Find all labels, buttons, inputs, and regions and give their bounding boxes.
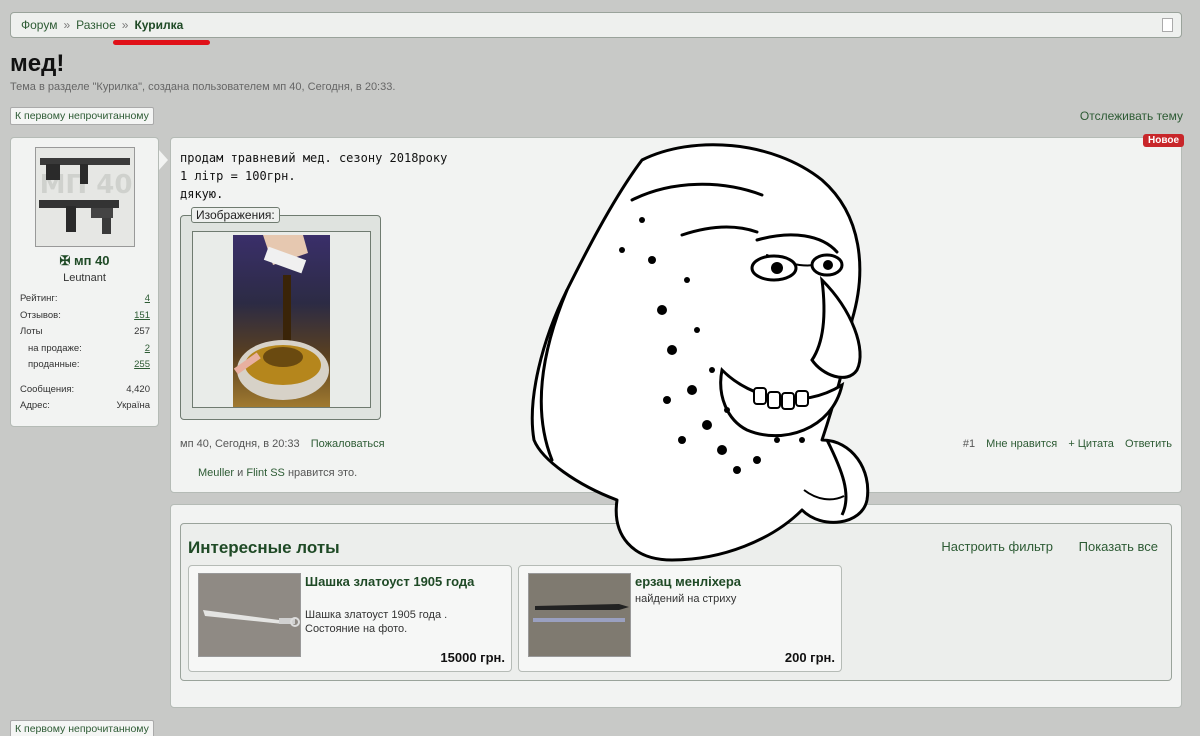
saber-image — [199, 574, 300, 656]
watch-thread-link[interactable]: Отслеживать тему — [1080, 109, 1183, 123]
lots-panel: Интересные лоты Настроить фильтр Показат… — [180, 523, 1172, 681]
username-text[interactable]: мп 40 — [74, 253, 110, 268]
first-unread-button[interactable]: К первому непрочитанному — [10, 107, 154, 125]
filter-link[interactable]: Настроить фильтр — [941, 539, 1053, 554]
reply-button[interactable]: Ответить — [1125, 438, 1172, 450]
post-actions: #1 Мне нравится + Цитата Ответить — [963, 438, 1172, 450]
lot-price: 15000 грн. — [440, 650, 505, 665]
lot-thumbnail[interactable] — [528, 573, 631, 657]
stat-reviews: Отзывов: 151 — [20, 309, 150, 321]
post: Новое продам травневий мед. сезону 2018р… — [170, 134, 1184, 493]
breadcrumb-current[interactable]: Курилка — [134, 18, 183, 32]
new-badge: Новое — [1142, 134, 1184, 147]
lot-price: 200 грн. — [784, 650, 835, 665]
stat-messages: Сообщения: 4,420 — [20, 383, 150, 395]
lot-desc: Шашка златоуст 1905 года . Состояние на … — [305, 609, 448, 635]
stat-sold: проданные: 255 — [28, 359, 150, 370]
post-meta: мп 40, Сегодня, в 20:33 Пожаловаться — [180, 438, 385, 450]
breadcrumb-separator: » — [121, 18, 129, 32]
liker-link[interactable]: Meuller — [198, 467, 234, 479]
lots-section: Интересные лоты Настроить фильтр Показат… — [170, 504, 1182, 708]
user-stats: Рейтинг: 4 Отзывов: 151 Лоты 257 на продаже… — [20, 293, 150, 417]
lot-thumbnail[interactable] — [198, 573, 301, 657]
attachments-box: Изображения: — [180, 207, 381, 420]
report-link[interactable]: Пожаловаться — [311, 438, 385, 450]
lot-title[interactable]: ерзац менліхера — [635, 574, 835, 590]
breadcrumb: Форум » Разное » Курилка — [10, 12, 1182, 38]
first-unread-button-bottom[interactable]: К первому непрочитанному — [10, 720, 154, 736]
breadcrumb-misc[interactable]: Разное — [76, 18, 116, 32]
iron-cross-icon: ✠ — [59, 253, 74, 268]
attachment-frame — [192, 231, 371, 408]
lot-desc: найдений на стриху — [635, 593, 737, 605]
bayonet-image — [529, 574, 630, 656]
post-number[interactable]: #1 — [963, 438, 975, 450]
post-body: продам травневий мед. сезону 2018року 1 … — [180, 149, 447, 203]
post-line: продам травневий мед. сезону 2018року — [180, 151, 448, 165]
page-title: мед! — [10, 50, 65, 77]
breadcrumb-forum[interactable]: Форум — [21, 18, 57, 32]
lot-card[interactable]: ерзац менліхера найдений на стриху 200 г… — [518, 565, 842, 672]
lots-title: Интересные лоты — [188, 538, 340, 557]
attachments-legend: Изображения: — [191, 207, 280, 223]
breadcrumb-separator: » — [63, 18, 71, 32]
lot-card[interactable]: Шашка златоуст 1905 года Шашка златоуст … — [188, 565, 512, 672]
show-all-link[interactable]: Показать все — [1079, 539, 1158, 554]
post-line: 1 літр = 100грн. — [180, 169, 296, 183]
lot-title[interactable]: Шашка златоуст 1905 года — [305, 574, 505, 590]
lots-links: Настроить фильтр Показать все — [919, 539, 1158, 554]
username[interactable]: ✠ мп 40 — [11, 253, 158, 269]
post-line: дякую. — [180, 187, 224, 201]
post-date[interactable]: Сегодня, в 20:33 — [215, 438, 300, 450]
stat-rating: Рейтинг: 4 — [20, 293, 150, 304]
likes-summary: Meuller и Flint SS нравится это. — [198, 467, 358, 479]
stat-lots: Лоты 257 — [20, 326, 150, 337]
stat-address: Адрес: Україна — [20, 400, 150, 411]
quote-button[interactable]: + Цитата — [1068, 438, 1114, 450]
honey-photo-image — [233, 235, 329, 400]
thread-subtitle: Тема в разделе "Курилка", создана пользо… — [10, 81, 396, 93]
document-icon[interactable] — [1162, 18, 1173, 32]
liker-link[interactable]: Flint SS — [246, 467, 285, 479]
avatar[interactable]: МП 40 — [35, 147, 135, 247]
red-underline-annotation — [113, 40, 210, 45]
user-rank: Leutnant — [63, 272, 106, 284]
honey-photo[interactable] — [233, 235, 330, 407]
stat-on-sale: на продаже: 2 — [28, 342, 150, 354]
post-arrow — [159, 150, 168, 170]
avatar-gun-image: МП 40 — [36, 148, 134, 246]
like-button[interactable]: Мне нравится — [986, 438, 1057, 450]
post-author[interactable]: мп 40 — [180, 438, 209, 450]
user-panel: МП 40 ✠ мп 40 Leutnant Рейтинг: 4 Отзывов… — [10, 137, 159, 427]
